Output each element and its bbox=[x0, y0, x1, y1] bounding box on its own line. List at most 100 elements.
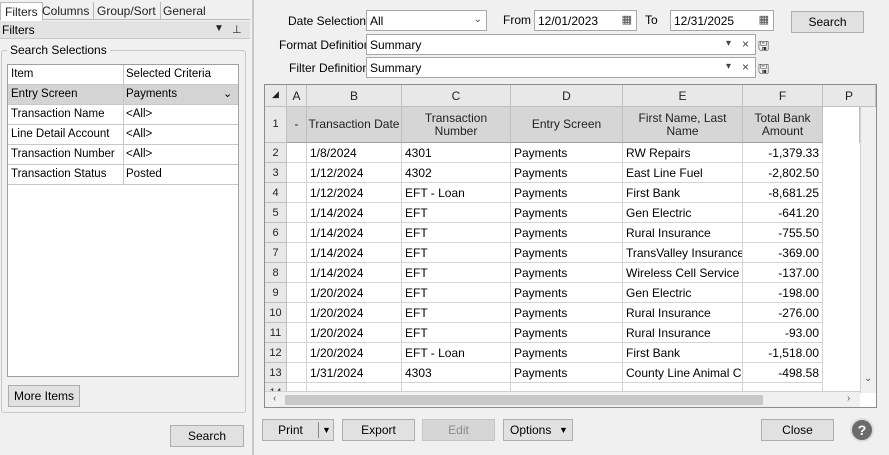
criteria-row[interactable]: Transaction Status Posted bbox=[8, 165, 238, 185]
row-number[interactable]: 4 bbox=[265, 183, 287, 203]
cell-entry-screen[interactable]: Payments bbox=[511, 283, 623, 303]
criteria-row[interactable]: Line Detail Account <All> bbox=[8, 125, 238, 145]
cell-entry-screen[interactable]: Payments bbox=[511, 243, 623, 263]
horizontal-scrollbar[interactable]: ‹ › bbox=[265, 391, 860, 407]
cell-transaction-date[interactable]: 1/12/2024 bbox=[307, 163, 402, 183]
col-letter-a[interactable]: A bbox=[287, 85, 307, 107]
cell-name[interactable]: Gen Electric bbox=[623, 203, 743, 223]
filter-definition-select[interactable]: Summary ▾ × bbox=[366, 57, 756, 78]
cell-total-bank-amount[interactable]: -137.00 bbox=[743, 263, 823, 283]
col-letter-p[interactable]: P bbox=[823, 85, 876, 107]
pin-icon[interactable]: ⊥ bbox=[232, 23, 242, 36]
row-number[interactable]: 8 bbox=[265, 263, 287, 283]
chevron-down-icon[interactable]: ⌄ bbox=[223, 87, 232, 100]
col-letter-c[interactable]: C bbox=[402, 85, 511, 107]
cell-entry-screen[interactable]: Payments bbox=[511, 263, 623, 283]
cell-name[interactable]: East Line Fuel bbox=[623, 163, 743, 183]
print-dropdown-icon[interactable]: ▼ bbox=[322, 420, 331, 440]
cell-entry-screen[interactable]: Payments bbox=[511, 183, 623, 203]
edit-button[interactable]: Edit bbox=[422, 419, 495, 441]
cell-total-bank-amount[interactable]: -198.00 bbox=[743, 283, 823, 303]
cell-name[interactable]: RW Repairs bbox=[623, 143, 743, 163]
cell-a[interactable] bbox=[287, 303, 307, 323]
cell-entry-screen[interactable]: Payments bbox=[511, 163, 623, 183]
cell-transaction-number[interactable]: EFT bbox=[402, 283, 511, 303]
col-letter-d[interactable]: D bbox=[511, 85, 623, 107]
cell-total-bank-amount[interactable]: -8,681.25 bbox=[743, 183, 823, 203]
cell-name[interactable]: Rural Insurance bbox=[623, 303, 743, 323]
cell-transaction-date[interactable]: 1/20/2024 bbox=[307, 343, 402, 363]
cell-name[interactable]: Rural Insurance bbox=[623, 223, 743, 243]
chevron-left-icon[interactable]: ‹ bbox=[273, 393, 276, 404]
cell-transaction-date[interactable]: 1/20/2024 bbox=[307, 303, 402, 323]
row-number[interactable]: 3 bbox=[265, 163, 287, 183]
cell-total-bank-amount[interactable]: -276.00 bbox=[743, 303, 823, 323]
to-date-field[interactable]: 12/31/2025 ▦ bbox=[670, 10, 774, 31]
cell-entry-screen[interactable]: Payments bbox=[511, 223, 623, 243]
criteria-row[interactable]: Entry Screen Payments ⌄ bbox=[8, 85, 238, 105]
row-number[interactable]: 9 bbox=[265, 283, 287, 303]
chevron-down-icon[interactable]: ⌄ bbox=[864, 373, 872, 384]
cell-name[interactable]: Wireless Cell Service bbox=[623, 263, 743, 283]
row-number[interactable]: 12 bbox=[265, 343, 287, 363]
cell-a[interactable] bbox=[287, 183, 307, 203]
search-button[interactable]: Search bbox=[791, 11, 864, 33]
cell-total-bank-amount[interactable]: -641.20 bbox=[743, 203, 823, 223]
criteria-row[interactable]: Transaction Name <All> bbox=[8, 105, 238, 125]
calendar-icon[interactable]: ▦ bbox=[759, 13, 769, 26]
horizontal-scroll-thumb[interactable] bbox=[285, 395, 763, 405]
tab-columns[interactable]: Columns bbox=[38, 2, 95, 20]
select-all-corner[interactable]: ◢ bbox=[265, 85, 287, 107]
cell-transaction-number[interactable]: EFT bbox=[402, 223, 511, 243]
vertical-scrollbar[interactable]: ⌄ bbox=[860, 107, 876, 393]
format-definition-select[interactable]: Summary ▾ × bbox=[366, 34, 756, 55]
print-button[interactable]: Print ▼ bbox=[262, 419, 334, 441]
chevron-down-icon[interactable]: ▾ bbox=[726, 61, 731, 72]
row-number[interactable]: 6 bbox=[265, 223, 287, 243]
row-number[interactable]: 13 bbox=[265, 363, 287, 383]
header-total-bank-amount[interactable]: Total Bank Amount bbox=[743, 107, 823, 143]
cell-name[interactable]: First Bank bbox=[623, 183, 743, 203]
cell-entry-screen[interactable]: Payments bbox=[511, 203, 623, 223]
cell-a[interactable] bbox=[287, 323, 307, 343]
calendar-icon[interactable]: ▦ bbox=[622, 13, 632, 26]
cell-name[interactable]: First Bank bbox=[623, 343, 743, 363]
options-button[interactable]: Options ▼ bbox=[503, 419, 573, 441]
cell-a[interactable] bbox=[287, 363, 307, 383]
dropdown-arrow-icon[interactable]: ▼ bbox=[214, 23, 224, 34]
cell-transaction-number[interactable]: EFT - Loan bbox=[402, 183, 511, 203]
cell-name[interactable]: County Line Animal Clinic bbox=[623, 363, 743, 383]
cell-a[interactable] bbox=[287, 283, 307, 303]
cell-a[interactable] bbox=[287, 203, 307, 223]
cell-transaction-date[interactable]: 1/14/2024 bbox=[307, 223, 402, 243]
cell-a[interactable] bbox=[287, 263, 307, 283]
cell-transaction-number[interactable]: 4302 bbox=[402, 163, 511, 183]
cell-a[interactable] bbox=[287, 163, 307, 183]
row-number[interactable]: 5 bbox=[265, 203, 287, 223]
tab-general[interactable]: General bbox=[159, 2, 210, 20]
row-number[interactable]: 1 bbox=[265, 107, 287, 143]
cell-entry-screen[interactable]: Payments bbox=[511, 303, 623, 323]
chevron-down-icon[interactable]: ⌄ bbox=[474, 14, 482, 25]
cell-a[interactable] bbox=[287, 143, 307, 163]
cell-transaction-number[interactable]: 4301 bbox=[402, 143, 511, 163]
cell-transaction-number[interactable]: EFT bbox=[402, 303, 511, 323]
cell-entry-screen[interactable]: Payments bbox=[511, 143, 623, 163]
header-transaction-number[interactable]: Transaction Number bbox=[402, 107, 511, 143]
cell-total-bank-amount[interactable]: -755.50 bbox=[743, 223, 823, 243]
clear-icon[interactable]: × bbox=[742, 37, 749, 51]
cell-total-bank-amount[interactable]: -1,518.00 bbox=[743, 343, 823, 363]
cell-transaction-date[interactable]: 1/14/2024 bbox=[307, 263, 402, 283]
tab-filters[interactable]: Filters bbox=[0, 2, 43, 21]
cell-transaction-number[interactable]: EFT bbox=[402, 323, 511, 343]
cell-transaction-number[interactable]: EFT - Loan bbox=[402, 343, 511, 363]
cell-transaction-date[interactable]: 1/20/2024 bbox=[307, 283, 402, 303]
cell-total-bank-amount[interactable]: -2,802.50 bbox=[743, 163, 823, 183]
save-icon[interactable]: 🖫 bbox=[758, 60, 769, 82]
cell-name[interactable]: TransValley Insurance bbox=[623, 243, 743, 263]
close-button[interactable]: Close bbox=[761, 419, 834, 441]
cell-total-bank-amount[interactable]: -369.00 bbox=[743, 243, 823, 263]
cell-a[interactable] bbox=[287, 223, 307, 243]
cell-transaction-number[interactable]: EFT bbox=[402, 243, 511, 263]
col-letter-e[interactable]: E bbox=[623, 85, 743, 107]
